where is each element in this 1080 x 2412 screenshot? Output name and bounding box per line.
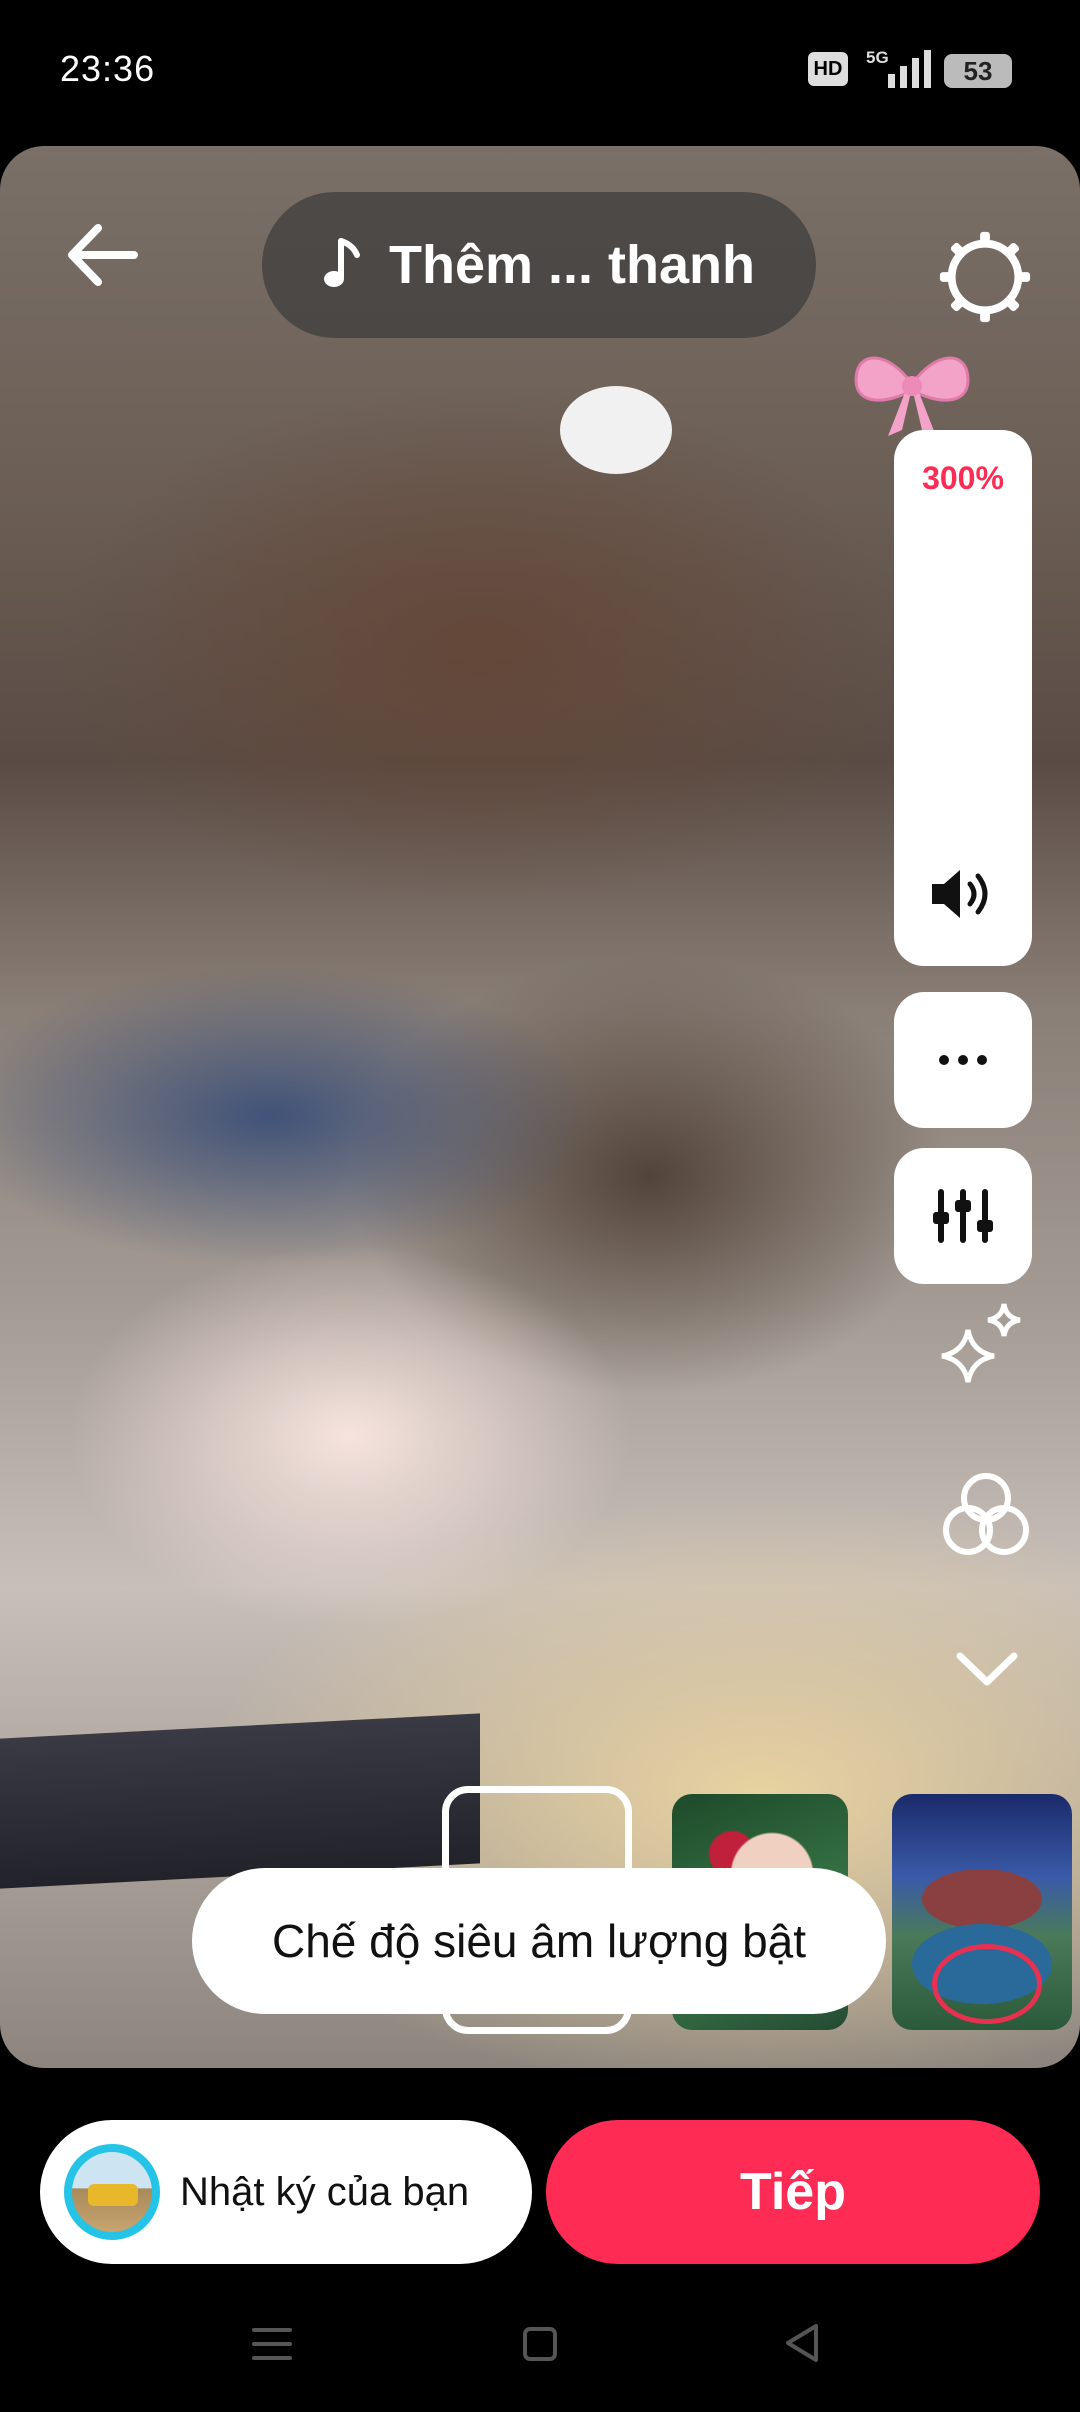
music-note-icon xyxy=(323,238,360,287)
bow-sticker-icon xyxy=(854,356,970,436)
add-sound-label: Thêm ... thanh xyxy=(388,235,755,295)
volume-percent: 300% xyxy=(922,460,1004,496)
circles-icon[interactable] xyxy=(940,1470,1032,1560)
gear-icon[interactable] xyxy=(936,228,1034,326)
audio-mixer-button[interactable] xyxy=(894,1148,1032,1284)
ceiling-light xyxy=(560,386,672,474)
more-options-button[interactable] xyxy=(894,992,1032,1128)
chevron-down-icon[interactable] xyxy=(952,1646,1022,1690)
volume-slider[interactable]: 300% xyxy=(894,430,1032,966)
back-triangle-icon[interactable] xyxy=(782,2322,822,2364)
add-sound-button[interactable]: Thêm ... thanh xyxy=(262,192,816,338)
signal-icon xyxy=(888,50,931,88)
next-button[interactable]: Tiếp xyxy=(546,2120,1040,2264)
more-dots-icon xyxy=(939,1055,987,1065)
template-thumbnail-house[interactable] xyxy=(892,1794,1072,2030)
avatar xyxy=(64,2144,160,2240)
status-time: 23:36 xyxy=(60,48,156,89)
toast-message: Chế độ siêu âm lượng bật xyxy=(192,1868,886,2014)
mixer-icon xyxy=(933,1189,993,1243)
battery-icon: 53 xyxy=(944,54,1012,88)
sparkle-icon[interactable] xyxy=(938,1300,1030,1392)
home-icon[interactable] xyxy=(522,2326,558,2362)
speaker-icon xyxy=(932,870,988,918)
back-arrow-icon[interactable] xyxy=(58,210,148,300)
your-story-button[interactable]: Nhật ký của bạn xyxy=(40,2120,532,2264)
menu-icon[interactable] xyxy=(252,2326,292,2362)
guitar-neck xyxy=(0,1713,480,1889)
story-label: Nhật ký của bạn xyxy=(180,2169,470,2214)
hd-badge: HD xyxy=(808,52,848,86)
